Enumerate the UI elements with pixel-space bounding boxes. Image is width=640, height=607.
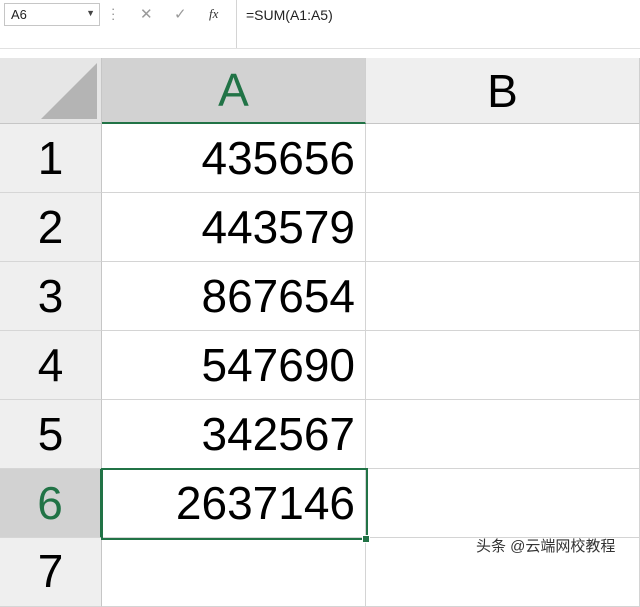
- select-all-button[interactable]: [0, 58, 102, 124]
- select-all-icon: [41, 63, 97, 119]
- formula-input[interactable]: =SUM(A1:A5): [246, 7, 333, 23]
- cell-b1[interactable]: [366, 124, 640, 193]
- spreadsheet-grid: A B 1 435656 2 443579 3 867654 4 547690 …: [0, 58, 640, 607]
- more-options-icon[interactable]: · · ·: [111, 2, 115, 25]
- cell-b2[interactable]: [366, 193, 640, 262]
- row-header-7[interactable]: 7: [0, 538, 102, 607]
- cell-a7[interactable]: [102, 538, 366, 607]
- cell-b3[interactable]: [366, 262, 640, 331]
- row-header-4[interactable]: 4: [0, 331, 102, 400]
- cell-b5[interactable]: [366, 400, 640, 469]
- cell-b4[interactable]: [366, 331, 640, 400]
- cell-a1[interactable]: 435656: [102, 124, 366, 193]
- row-header-5[interactable]: 5: [0, 400, 102, 469]
- cell-a3[interactable]: 867654: [102, 262, 366, 331]
- divider: [0, 48, 640, 58]
- formula-bar: A6 ▼ · · · ✕ ✓ fx =SUM(A1:A5): [0, 0, 640, 48]
- column-header-a[interactable]: A: [102, 58, 366, 124]
- cell-a4[interactable]: 547690: [102, 331, 366, 400]
- chevron-down-icon[interactable]: ▼: [86, 8, 95, 18]
- divider: [236, 0, 237, 48]
- row-header-6[interactable]: 6: [0, 469, 102, 538]
- name-box-value: A6: [11, 7, 27, 22]
- row-header-1[interactable]: 1: [0, 124, 102, 193]
- insert-function-icon[interactable]: fx: [209, 6, 218, 22]
- cell-b6[interactable]: [366, 469, 640, 538]
- cell-a5[interactable]: 342567: [102, 400, 366, 469]
- row-header-3[interactable]: 3: [0, 262, 102, 331]
- column-header-b[interactable]: B: [366, 58, 640, 124]
- cancel-icon[interactable]: ✕: [140, 5, 153, 23]
- fill-handle[interactable]: [362, 535, 370, 543]
- active-cell-border: [101, 468, 368, 540]
- check-icon[interactable]: ✓: [174, 5, 187, 23]
- watermark: 头条 @云端网校教程: [476, 538, 616, 555]
- name-box[interactable]: A6 ▼: [4, 3, 100, 26]
- row-header-2[interactable]: 2: [0, 193, 102, 262]
- cell-a2[interactable]: 443579: [102, 193, 366, 262]
